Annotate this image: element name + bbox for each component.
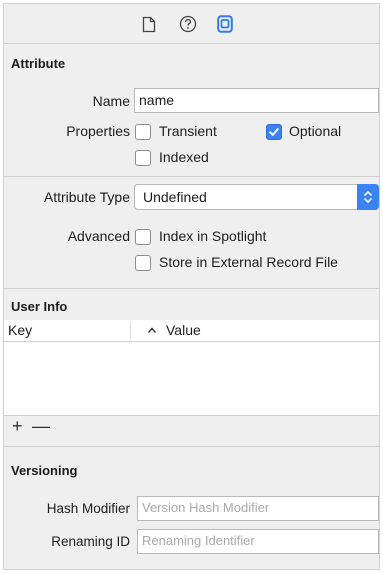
indexed-checkbox[interactable]	[135, 150, 151, 166]
section-divider	[4, 288, 379, 289]
checkmark-icon	[269, 128, 279, 136]
renaming-id-field[interactable]: Renaming Identifier	[137, 529, 379, 554]
file-inspector-tab[interactable]	[137, 12, 161, 36]
transient-checkbox-label: Transient	[159, 123, 217, 139]
data-model-inspector-tab[interactable]	[213, 12, 237, 36]
help-inspector-tab[interactable]	[176, 12, 200, 36]
user-info-add-remove-bar: + —	[4, 415, 379, 437]
column-separator	[130, 322, 131, 339]
inspector-tab-bar	[4, 4, 379, 44]
store-external-label: Store in External Record File	[159, 254, 338, 270]
versioning-section-header: Versioning	[11, 463, 78, 478]
index-in-spotlight-checkbox[interactable]	[135, 229, 151, 245]
data-model-inspector-icon	[217, 15, 233, 33]
sort-ascending-icon	[147, 327, 157, 333]
indexed-checkbox-label: Indexed	[159, 149, 209, 165]
index-in-spotlight-label: Index in Spotlight	[159, 228, 267, 244]
user-info-section-header: User Info	[11, 299, 68, 314]
remove-button[interactable]: —	[32, 417, 50, 435]
attribute-type-value: Undefined	[143, 189, 207, 205]
properties-label: Properties	[66, 123, 130, 139]
section-divider	[4, 176, 379, 177]
key-column-header[interactable]: Key	[8, 322, 32, 338]
name-label: Name	[92, 93, 130, 109]
popup-arrows-icon	[357, 184, 379, 210]
file-inspector-icon	[142, 16, 156, 32]
attribute-type-popup[interactable]: Undefined	[134, 184, 379, 210]
help-inspector-icon	[179, 15, 197, 33]
user-info-table-header: Key Value	[4, 320, 379, 342]
store-external-checkbox[interactable]	[135, 255, 151, 271]
hash-modifier-field[interactable]: Version Hash Modifier	[137, 496, 379, 521]
value-column-header[interactable]: Value	[166, 322, 201, 338]
advanced-label: Advanced	[67, 228, 130, 244]
attribute-type-label: Attribute Type	[43, 189, 130, 205]
optional-checkbox-label: Optional	[289, 123, 342, 139]
optional-checkbox[interactable]	[266, 124, 282, 140]
hash-modifier-label: Hash Modifier	[46, 501, 130, 516]
attribute-section-header: Attribute	[11, 56, 66, 71]
renaming-id-label: Renaming ID	[51, 534, 130, 549]
add-button[interactable]: +	[12, 417, 23, 435]
section-divider	[4, 446, 379, 447]
name-field[interactable]: name	[134, 88, 379, 113]
data-model-inspector-panel: Attribute Name name Properties Transient…	[3, 3, 380, 570]
transient-checkbox[interactable]	[135, 124, 151, 140]
